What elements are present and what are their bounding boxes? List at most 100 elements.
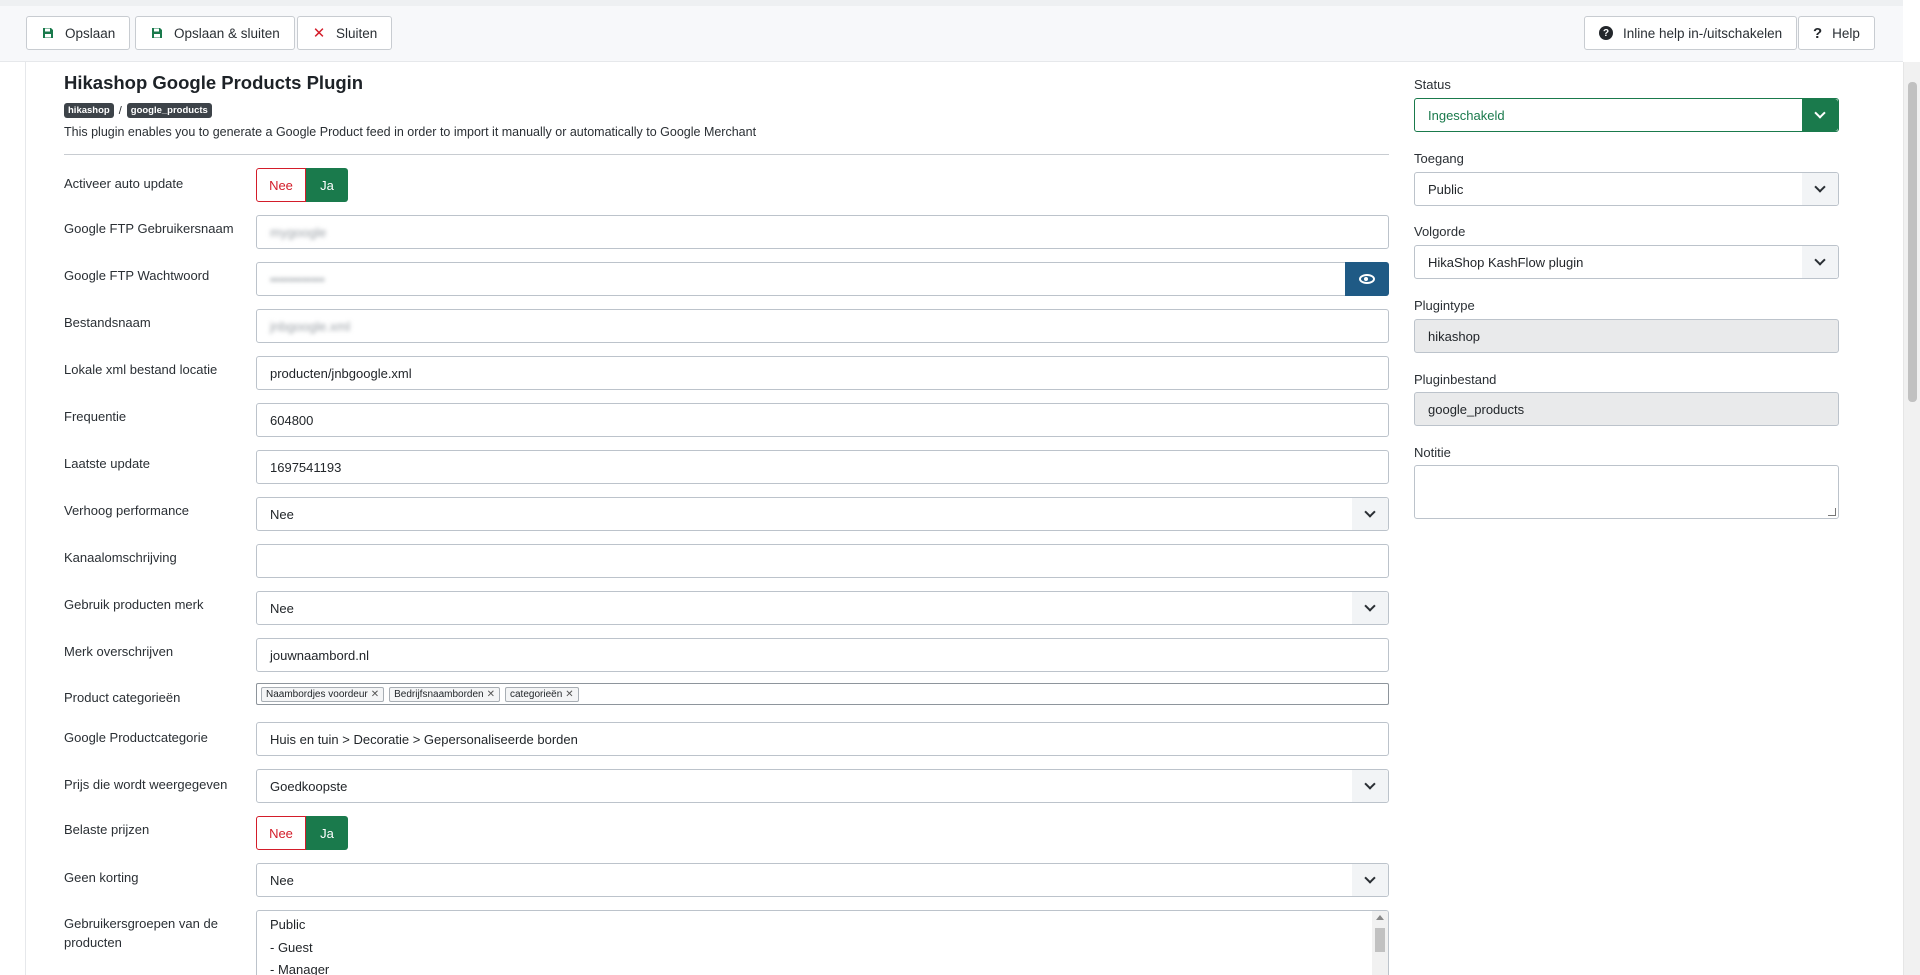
chevron-down-icon bbox=[1352, 498, 1388, 530]
use-brand-value: Nee bbox=[270, 600, 294, 616]
scroll-up-icon[interactable] bbox=[1376, 915, 1384, 920]
divider bbox=[64, 154, 1389, 155]
remove-icon[interactable]: ✕ bbox=[565, 689, 573, 700]
close-label: Sluiten bbox=[336, 25, 378, 41]
ftp-user-label: Google FTP Gebruikersnaam bbox=[64, 221, 234, 236]
plugin-tags: hikashop / google_products bbox=[64, 103, 212, 118]
close-icon: ✕ bbox=[312, 25, 326, 42]
plugin-type-field: hikashop bbox=[1414, 319, 1839, 353]
plugin-type-value: hikashop bbox=[1428, 328, 1481, 344]
order-label: Volgorde bbox=[1414, 224, 1466, 239]
save-icon bbox=[150, 26, 164, 40]
close-button[interactable]: ✕ Sluiten bbox=[297, 16, 393, 50]
no-discount-select[interactable]: Nee bbox=[256, 863, 1389, 897]
auto-update-no[interactable]: Nee bbox=[256, 168, 306, 202]
brand-override-input[interactable]: jouwnaambord.nl bbox=[256, 638, 1389, 672]
taxed-prices-toggle[interactable]: Nee Ja bbox=[256, 816, 348, 850]
use-brand-label: Gebruik producten merk bbox=[64, 597, 204, 612]
filename-input[interactable]: jnbgoogle.xml bbox=[256, 309, 1389, 343]
category-chip-label: Naambordjes voordeur bbox=[266, 688, 368, 700]
channel-desc-input[interactable] bbox=[256, 544, 1389, 578]
inline-help-label: Inline help in-/uitschakelen bbox=[1623, 25, 1783, 41]
access-label: Toegang bbox=[1414, 151, 1464, 166]
performance-value: Nee bbox=[270, 506, 294, 522]
local-xml-input[interactable]: producten/jnbgoogle.xml bbox=[256, 356, 1389, 390]
categories-multiselect[interactable]: Naambordjes voordeur ✕ Bedrijfsnaamborden… bbox=[256, 683, 1389, 705]
chevron-down-icon bbox=[1352, 864, 1388, 896]
channel-desc-label: Kanaalomschrijving bbox=[64, 550, 177, 565]
performance-select[interactable]: Nee bbox=[256, 497, 1389, 531]
save-label: Opslaan bbox=[65, 25, 116, 41]
note-textarea[interactable] bbox=[1414, 465, 1839, 519]
filename-label: Bestandsnaam bbox=[64, 315, 151, 330]
access-select[interactable]: Public bbox=[1414, 172, 1839, 206]
order-select[interactable]: HikaShop KashFlow plugin bbox=[1414, 245, 1839, 279]
price-shown-label: Prijs die wordt weergegeven bbox=[64, 777, 228, 792]
chevron-down-icon bbox=[1802, 173, 1838, 205]
toolbar: Opslaan Opslaan & sluiten ✕ Sluiten ? In… bbox=[0, 0, 1903, 62]
brand-override-value: jouwnaambord.nl bbox=[270, 647, 370, 663]
help-label: Help bbox=[1832, 25, 1860, 41]
save-close-button[interactable]: Opslaan & sluiten bbox=[135, 16, 295, 50]
question-circle-icon: ? bbox=[1599, 26, 1613, 40]
plugin-file-label: Pluginbestand bbox=[1414, 372, 1497, 387]
plugin-type-label: Plugintype bbox=[1414, 298, 1475, 313]
ftp-user-value: mygoogle bbox=[270, 224, 327, 240]
page-title: Hikashop Google Products Plugin bbox=[64, 72, 364, 93]
frequency-input[interactable]: 604800 bbox=[256, 403, 1389, 437]
last-update-input[interactable]: 1697541193 bbox=[256, 450, 1389, 484]
note-label: Notitie bbox=[1414, 445, 1451, 460]
last-update-value: 1697541193 bbox=[270, 459, 342, 475]
chevron-down-icon bbox=[1352, 770, 1388, 802]
listbox-scrollbar-thumb[interactable] bbox=[1375, 928, 1385, 952]
status-label: Status bbox=[1414, 77, 1451, 92]
save-button[interactable]: Opslaan bbox=[26, 16, 131, 50]
taxed-prices-label: Belaste prijzen bbox=[64, 822, 150, 837]
local-xml-label: Lokale xml bestand locatie bbox=[64, 362, 218, 377]
category-chip: Bedrijfsnaamborden ✕ bbox=[389, 686, 500, 702]
price-shown-select[interactable]: Goedkoopste bbox=[256, 769, 1389, 803]
use-brand-select[interactable]: Nee bbox=[256, 591, 1389, 625]
plugin-file-value: google_products bbox=[1428, 401, 1525, 417]
chevron-down-icon bbox=[1352, 592, 1388, 624]
order-value: HikaShop KashFlow plugin bbox=[1428, 254, 1584, 270]
listbox-scrollbar[interactable] bbox=[1372, 911, 1388, 975]
category-chip: categorieën ✕ bbox=[505, 686, 579, 702]
google-category-label: Google Productcategorie bbox=[64, 730, 208, 745]
user-groups-listbox[interactable]: Public - Guest - Manager bbox=[256, 910, 1389, 975]
tag-separator: / bbox=[118, 104, 122, 117]
help-button[interactable]: ? Help bbox=[1798, 16, 1875, 50]
user-groups-label: Gebruikersgroepen van de producten bbox=[64, 916, 218, 950]
local-xml-value: producten/jnbgoogle.xml bbox=[270, 365, 412, 381]
remove-icon[interactable]: ✕ bbox=[487, 689, 495, 700]
user-group-option[interactable]: - Guest bbox=[270, 937, 1375, 960]
auto-update-label: Activeer auto update bbox=[64, 176, 184, 191]
page-scrollbar[interactable] bbox=[1903, 62, 1920, 975]
frequency-value: 604800 bbox=[270, 412, 314, 428]
google-category-input[interactable]: Huis en tuin > Decoratie > Gepersonalise… bbox=[256, 722, 1389, 756]
filename-value: jnbgoogle.xml bbox=[270, 318, 351, 334]
status-value: Ingeschakeld bbox=[1428, 107, 1505, 123]
google-category-value: Huis en tuin > Decoratie > Gepersonalise… bbox=[270, 731, 578, 747]
user-group-option[interactable]: Public bbox=[270, 914, 1375, 937]
auto-update-yes[interactable]: Ja bbox=[306, 168, 348, 202]
status-select[interactable]: Ingeschakeld bbox=[1414, 98, 1839, 132]
category-chip: Naambordjes voordeur ✕ bbox=[261, 686, 385, 702]
taxed-prices-no[interactable]: Nee bbox=[256, 816, 306, 850]
ftp-password-input[interactable]: •••••••••••• bbox=[256, 262, 1389, 296]
page-scrollbar-thumb[interactable] bbox=[1908, 82, 1917, 402]
auto-update-toggle[interactable]: Nee Ja bbox=[256, 168, 348, 202]
ftp-user-input[interactable]: mygoogle bbox=[256, 215, 1389, 249]
ftp-password-value: •••••••••••• bbox=[270, 271, 325, 287]
save-close-label: Opslaan & sluiten bbox=[174, 25, 280, 41]
inline-help-button[interactable]: ? Inline help in-/uitschakelen bbox=[1584, 16, 1798, 50]
content-border bbox=[25, 62, 26, 975]
category-chip-label: categorieën bbox=[510, 688, 563, 700]
category-chip-label: Bedrijfsnaamborden bbox=[394, 688, 484, 700]
taxed-prices-yes[interactable]: Ja bbox=[306, 816, 348, 850]
chevron-down-icon bbox=[1802, 99, 1838, 131]
user-group-option[interactable]: - Manager bbox=[270, 959, 1375, 975]
show-password-button[interactable] bbox=[1345, 262, 1389, 296]
frequency-label: Frequentie bbox=[64, 409, 127, 424]
remove-icon[interactable]: ✕ bbox=[371, 689, 379, 700]
